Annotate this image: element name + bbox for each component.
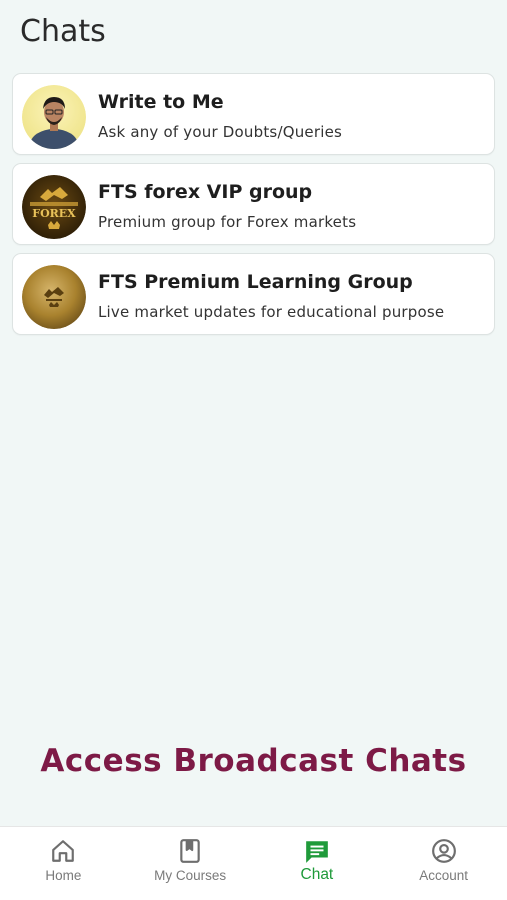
avatar	[22, 85, 86, 149]
home-icon	[50, 838, 76, 864]
nav-chat[interactable]: Chat	[254, 827, 381, 900]
chat-subtitle: Ask any of your Doubts/Queries	[98, 123, 343, 141]
nav-label: Account	[419, 868, 469, 883]
chat-subtitle: Premium group for Forex markets	[98, 213, 357, 231]
nav-label: My Courses	[154, 868, 227, 883]
forex-logo-icon: FOREX	[22, 175, 86, 239]
chat-subtitle: Live market updates for educational purp…	[98, 303, 445, 321]
nav-label: Chat	[300, 866, 334, 883]
nav-my-courses[interactable]: My Courses	[127, 827, 254, 900]
account-icon	[431, 838, 457, 864]
book-icon	[177, 838, 203, 864]
chat-item-write-to-me[interactable]: Write to Me Ask any of your Doubts/Queri…	[12, 73, 495, 155]
svg-text:FOREX: FOREX	[32, 207, 76, 220]
gold-bull-logo-icon	[22, 265, 86, 329]
chat-list: Write to Me Ask any of your Doubts/Queri…	[12, 73, 495, 343]
chat-title: Write to Me	[98, 91, 224, 113]
avatar	[22, 265, 86, 329]
chat-icon	[304, 838, 330, 864]
chat-title: FTS Premium Learning Group	[98, 271, 413, 293]
nav-label: Home	[45, 868, 82, 883]
bottom-nav: Home My Courses Chat Account	[0, 826, 507, 900]
nav-account[interactable]: Account	[380, 827, 507, 900]
nav-home[interactable]: Home	[0, 827, 127, 900]
chat-item-fts-forex-vip[interactable]: FOREX FTS forex VIP group Premium group …	[12, 163, 495, 245]
chat-title: FTS forex VIP group	[98, 181, 313, 203]
chat-item-fts-premium-learning[interactable]: FTS Premium Learning Group Live market u…	[12, 253, 495, 335]
promo-caption: Access Broadcast Chats	[40, 743, 467, 779]
person-photo-icon	[22, 85, 86, 149]
avatar: FOREX	[22, 175, 86, 239]
page-title: Chats	[20, 14, 106, 49]
